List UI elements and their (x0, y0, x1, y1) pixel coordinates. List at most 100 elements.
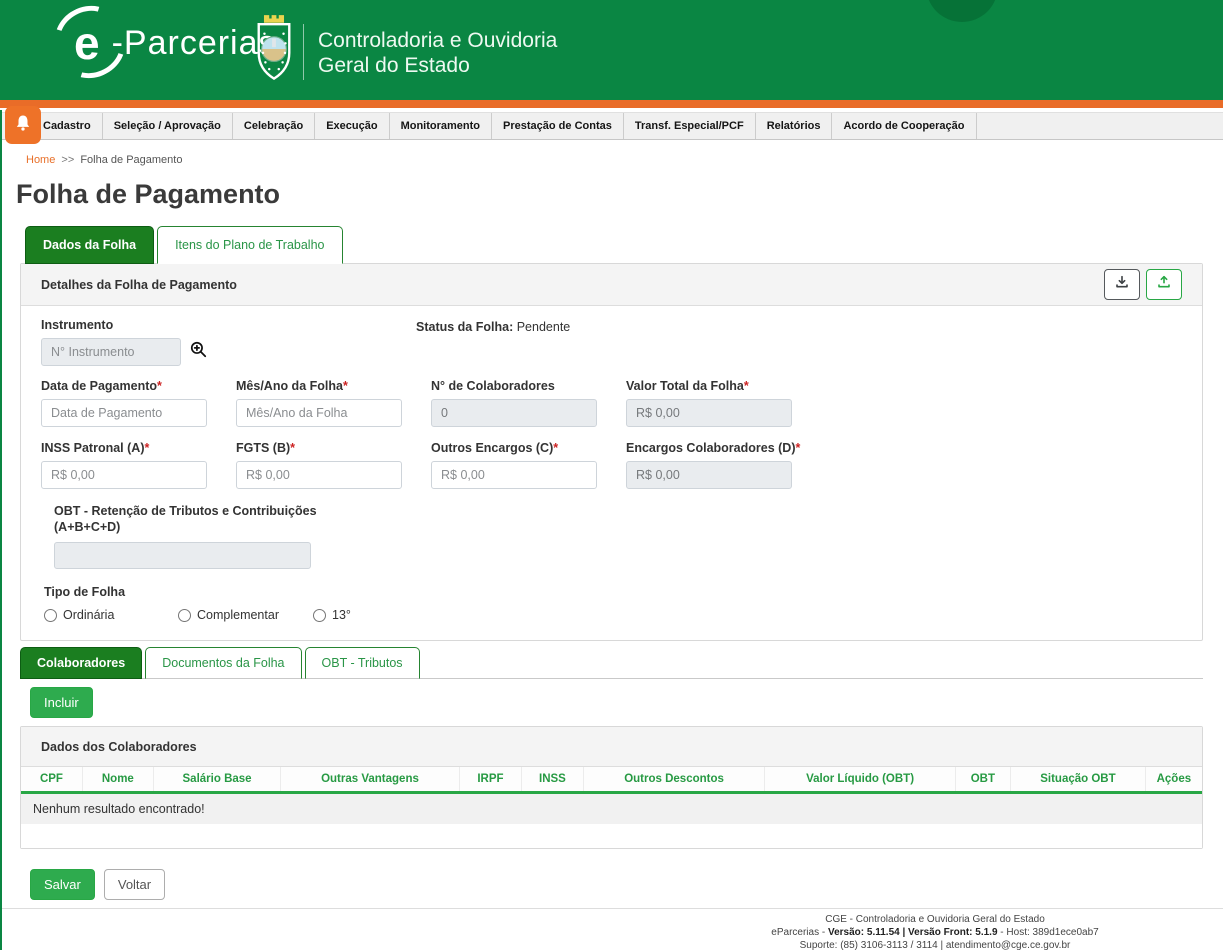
column-acoes: Ações (1145, 767, 1202, 793)
page-left-accent (0, 110, 2, 950)
radio-complementar-label: Complementar (197, 608, 279, 622)
voltar-button[interactable]: Voltar (104, 869, 165, 900)
radio-ordinaria[interactable]: Ordinária (44, 608, 178, 622)
nav-item-selecao-aprovacao[interactable]: Seleção / Aprovação (103, 113, 233, 139)
breadcrumb-home-link[interactable]: Home (26, 154, 55, 166)
footer-version-prefix: eParcerias - (771, 927, 828, 938)
valor-total-input (626, 399, 792, 427)
fgts-label: FGTS (B) (236, 441, 290, 455)
tab-colaboradores[interactable]: Colaboradores (20, 647, 142, 679)
status-da-folha: Status da Folha: Pendente (416, 318, 570, 366)
nav-item-execucao[interactable]: Execução (315, 113, 389, 139)
org-name: Controladoria e Ouvidoria Geral do Estad… (318, 28, 557, 78)
instrumento-input[interactable] (41, 338, 181, 366)
nav-item-monitoramento[interactable]: Monitoramento (390, 113, 492, 139)
radio-complementar-input[interactable] (178, 609, 191, 622)
org-name-line2: Geral do Estado (318, 53, 557, 78)
column-situacao-obt: Situação OBT (1011, 767, 1146, 793)
form-row-instrumento: Instrumento Status da Folha: Pendente (41, 318, 1182, 366)
radio-decimo-terceiro-input[interactable] (313, 609, 326, 622)
form-row-3: INSS Patronal (A)* FGTS (B)* Outros Enca… (41, 441, 1182, 489)
collaborators-panel-header: Dados dos Colaboradores (21, 727, 1202, 767)
upload-icon (1156, 274, 1172, 295)
main-navbar: Cadastro Seleção / Aprovação Celebração … (0, 112, 1223, 140)
header-decorative-circle (926, 0, 998, 22)
required-marker: * (744, 379, 749, 393)
inss-patronal-input[interactable] (41, 461, 207, 489)
mes-ano-label: Mês/Ano da Folha (236, 379, 343, 393)
obt-total-input (54, 542, 311, 569)
salvar-button[interactable]: Salvar (30, 869, 95, 900)
table-header-row: CPF Nome Salário Base Outras Vantagens I… (21, 767, 1202, 793)
form-row-2: Data de Pagamento* Mês/Ano da Folha* N° … (41, 379, 1182, 427)
nav-item-acordo-de-cooperacao[interactable]: Acordo de Cooperação (832, 113, 976, 139)
page-title: Folha de Pagamento (16, 179, 1223, 210)
encargos-colaboradores-input (626, 461, 792, 489)
outros-encargos-field-group: Outros Encargos (C)* (431, 441, 626, 489)
nav-item-transf-especial-pcf[interactable]: Transf. Especial/PCF (624, 113, 756, 139)
radio-decimo-terceiro[interactable]: 13° (313, 608, 351, 622)
tab-itens-do-plano-de-trabalho[interactable]: Itens do Plano de Trabalho (157, 226, 342, 264)
column-salario-base: Salário Base (153, 767, 281, 793)
logo-e-glyph: e (64, 16, 110, 70)
obt-field-group: OBT - Retenção de Tributos e Contribuiçõ… (54, 503, 1182, 569)
fgts-input[interactable] (236, 461, 402, 489)
notifications-button[interactable] (5, 106, 41, 144)
breadcrumb-separator: >> (61, 154, 74, 166)
radio-ordinaria-input[interactable] (44, 609, 57, 622)
download-icon (1114, 274, 1130, 295)
data-pagamento-input[interactable] (41, 399, 207, 427)
form-actions: Salvar Voltar (30, 869, 1203, 900)
data-pagamento-field-group: Data de Pagamento* (41, 379, 236, 427)
breadcrumb: Home >> Folha de Pagamento (26, 154, 1223, 166)
encargos-colaboradores-label: Encargos Colaboradores (D) (626, 441, 795, 455)
column-valor-liquido-obt: Valor Líquido (OBT) (765, 767, 955, 793)
column-inss: INSS (522, 767, 583, 793)
radio-complementar[interactable]: Complementar (178, 608, 313, 622)
column-outras-vantagens: Outras Vantagens (281, 767, 459, 793)
inss-patronal-label: INSS Patronal (A) (41, 441, 145, 455)
tab-documentos-da-folha[interactable]: Documentos da Folha (145, 647, 301, 679)
collaborators-table: CPF Nome Salário Base Outras Vantagens I… (21, 767, 1202, 824)
tipo-de-folha-label: Tipo de Folha (44, 585, 1182, 599)
required-marker: * (553, 441, 558, 455)
required-marker: * (290, 441, 295, 455)
radio-decimo-terceiro-label: 13° (332, 608, 351, 622)
instrumento-label: Instrumento (41, 318, 416, 332)
nav-item-celebracao[interactable]: Celebração (233, 113, 315, 139)
column-obt: OBT (955, 767, 1011, 793)
status-value: Pendente (517, 320, 571, 334)
mes-ano-input[interactable] (236, 399, 402, 427)
nav-item-cadastro[interactable]: Cadastro (32, 113, 103, 139)
tab-dados-da-folha[interactable]: Dados da Folha (25, 226, 154, 264)
collaborators-panel: Dados dos Colaboradores CPF Nome Salário… (20, 726, 1203, 849)
nav-item-prestacao-de-contas[interactable]: Prestação de Contas (492, 113, 624, 139)
footer-version-numbers: Versão: 5.11.54 | Versão Front: 5.1.9 (828, 927, 998, 938)
required-marker: * (145, 441, 150, 455)
mes-ano-field-group: Mês/Ano da Folha* (236, 379, 431, 427)
download-button[interactable] (1104, 269, 1140, 300)
nav-item-relatorios[interactable]: Relatórios (756, 113, 833, 139)
incluir-button[interactable]: Incluir (30, 687, 93, 718)
num-colaboradores-field-group: N° de Colaboradores (431, 379, 626, 427)
outros-encargos-input[interactable] (431, 461, 597, 489)
details-panel-title: Detalhes da Folha de Pagamento (41, 278, 237, 292)
required-marker: * (157, 379, 162, 393)
radio-ordinaria-label: Ordinária (63, 608, 114, 622)
empty-result-message: Nenhum resultado encontrado! (21, 793, 1202, 825)
footer-org-line: CGE - Controladoria e Ouvidoria Geral do… (635, 913, 1223, 926)
fgts-field-group: FGTS (B)* (236, 441, 431, 489)
table-bottom-padding (21, 824, 1202, 848)
column-cpf: CPF (21, 767, 82, 793)
org-name-line1: Controladoria e Ouvidoria (318, 28, 557, 53)
footer-version-suffix: - Host: 389d1ece0ab7 (998, 927, 1099, 938)
upload-button[interactable] (1146, 269, 1182, 300)
data-pagamento-label: Data de Pagamento (41, 379, 157, 393)
search-instrument-icon[interactable] (189, 340, 208, 364)
num-colaboradores-input (431, 399, 597, 427)
obt-label-line2: (A+B+C+D) (54, 519, 1182, 535)
main-tabs: Dados da Folha Itens do Plano de Trabalh… (20, 226, 1203, 264)
tab-obt-tributos[interactable]: OBT - Tributos (305, 647, 420, 679)
required-marker: * (795, 441, 800, 455)
coat-of-arms-icon (253, 10, 295, 95)
